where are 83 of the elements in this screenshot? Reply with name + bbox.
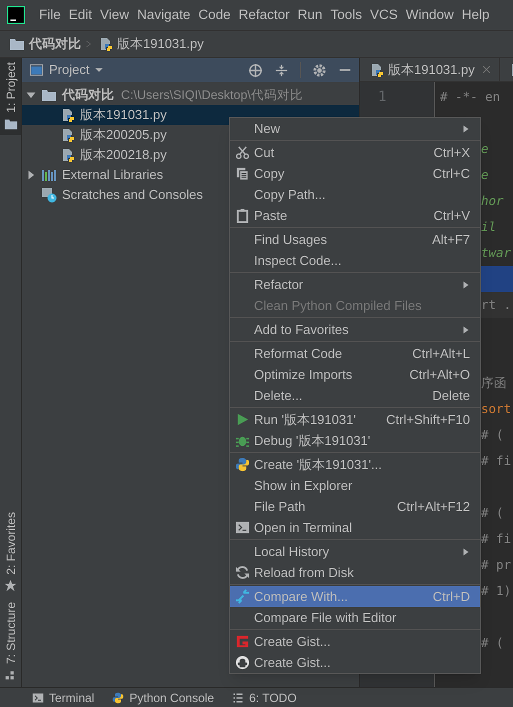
clipboard-icon	[234, 208, 250, 223]
folder-icon	[4, 116, 18, 131]
compare-arrows-icon	[234, 589, 250, 604]
reload-icon	[234, 565, 250, 580]
code-text: # (	[481, 505, 504, 520]
code-text: twar	[481, 245, 512, 260]
menu-item[interactable]: Find Usages Alt+F7	[230, 229, 480, 250]
menu-item[interactable]: Run	[294, 4, 326, 26]
code-text: rt .	[481, 297, 512, 312]
scissors-icon	[234, 145, 250, 160]
menu-item[interactable]: Inspect Code...	[230, 250, 480, 271]
menu-item[interactable]: VCS	[366, 4, 402, 26]
list-icon	[232, 692, 244, 704]
menu-item[interactable]: Open in Terminal	[230, 517, 480, 538]
menu-item[interactable]: File Path Ctrl+Alt+F12	[230, 496, 480, 517]
code-text: il	[481, 219, 496, 234]
view-selector[interactable]: Project	[49, 60, 90, 80]
breadcrumb-item[interactable]: 代码对比	[29, 34, 81, 54]
code-text: 序函	[481, 375, 507, 390]
menu-item[interactable]: View	[96, 4, 134, 26]
code-text: # fi	[481, 531, 512, 546]
menu-item[interactable]: Refactor	[234, 4, 294, 26]
code-text: hor	[481, 193, 504, 208]
copy-icon	[234, 166, 250, 181]
code-text: e	[481, 141, 489, 156]
tool-window-button[interactable]: Terminal	[32, 688, 94, 706]
menu-item[interactable]: Cut Ctrl+X	[230, 142, 480, 163]
menu-item[interactable]: Compare File with Editor	[230, 607, 480, 628]
code-text: # -*- en	[440, 89, 500, 104]
code-text: # (	[481, 635, 504, 650]
tool-window-button[interactable]: Python Console	[112, 688, 214, 706]
menu-item[interactable]: Add to Favorites	[230, 319, 480, 340]
menu-item[interactable]: Copy Path...	[230, 184, 480, 205]
collapse-icon	[274, 62, 289, 78]
menu-item[interactable]: Reformat Code Ctrl+Alt+L	[230, 343, 480, 364]
code-text: sort	[481, 401, 512, 416]
menu-item[interactable]: Window	[402, 4, 458, 26]
library-icon	[41, 167, 57, 183]
code-text: # fi	[481, 453, 512, 468]
code-text: # pr	[481, 557, 512, 572]
menu-item[interactable]: Create Gist...	[230, 652, 480, 673]
scratch-icon	[41, 187, 57, 203]
menu-item[interactable]: Create Gist...	[230, 631, 480, 652]
tool-window-tab[interactable]: 7: Structure	[0, 602, 21, 681]
python-icon	[234, 457, 250, 472]
menu-item[interactable]: Local History	[230, 541, 480, 562]
menu-item[interactable]: Code	[194, 4, 235, 26]
menu-item[interactable]: Copy Ctrl+C	[230, 163, 480, 184]
menu-item[interactable]: Edit	[64, 4, 96, 26]
menu-item[interactable]: Show in Explorer	[230, 475, 480, 496]
menu-item[interactable]: Create '版本191031'...	[230, 454, 480, 475]
menu-item[interactable]: Run '版本191031' Ctrl+Shift+F10	[230, 409, 480, 430]
menu-item[interactable]: Refactor	[230, 274, 480, 295]
github-icon	[234, 655, 250, 670]
tool-window-tab[interactable]: 2: Favorites	[0, 512, 21, 592]
code-text: # 1)	[481, 583, 512, 598]
window-icon	[29, 63, 44, 77]
close-icon	[482, 65, 491, 74]
terminal-icon	[32, 692, 44, 704]
settings-icon	[312, 62, 327, 78]
tool-window-button[interactable]: 6: TODO	[232, 688, 297, 706]
python-icon	[112, 692, 124, 704]
code-text: e	[481, 167, 489, 182]
g-logo-icon	[234, 634, 250, 649]
menu-item[interactable]: Navigate	[133, 4, 194, 26]
folder-icon	[41, 87, 57, 103]
app-logo-icon	[7, 6, 25, 24]
menu-item[interactable]: Help	[458, 4, 494, 26]
menu-item[interactable]: Paste Ctrl+V	[230, 205, 480, 226]
star-icon	[4, 578, 17, 592]
tree-item[interactable]: 代码对比 C:\Users\SIQI\Desktop\代码对比	[22, 85, 359, 105]
tool-window-tab[interactable]: 1: Project	[0, 58, 21, 135]
menu-item[interactable]: File	[35, 4, 65, 26]
breadcrumb-item[interactable]: 版本191031.py	[117, 34, 204, 54]
folder-icon	[9, 36, 25, 52]
code-text: # (	[481, 427, 504, 442]
crosshair-icon	[248, 62, 263, 78]
menu-item[interactable]: Tools	[326, 4, 366, 26]
menu-item[interactable]: Delete... Delete	[230, 385, 480, 406]
terminal-icon	[234, 520, 250, 535]
menu-item[interactable]: Debug '版本191031'	[230, 430, 480, 451]
menu-item[interactable]: Optimize Imports Ctrl+Alt+O	[230, 364, 480, 385]
menu-item[interactable]: Reload from Disk	[230, 562, 480, 583]
